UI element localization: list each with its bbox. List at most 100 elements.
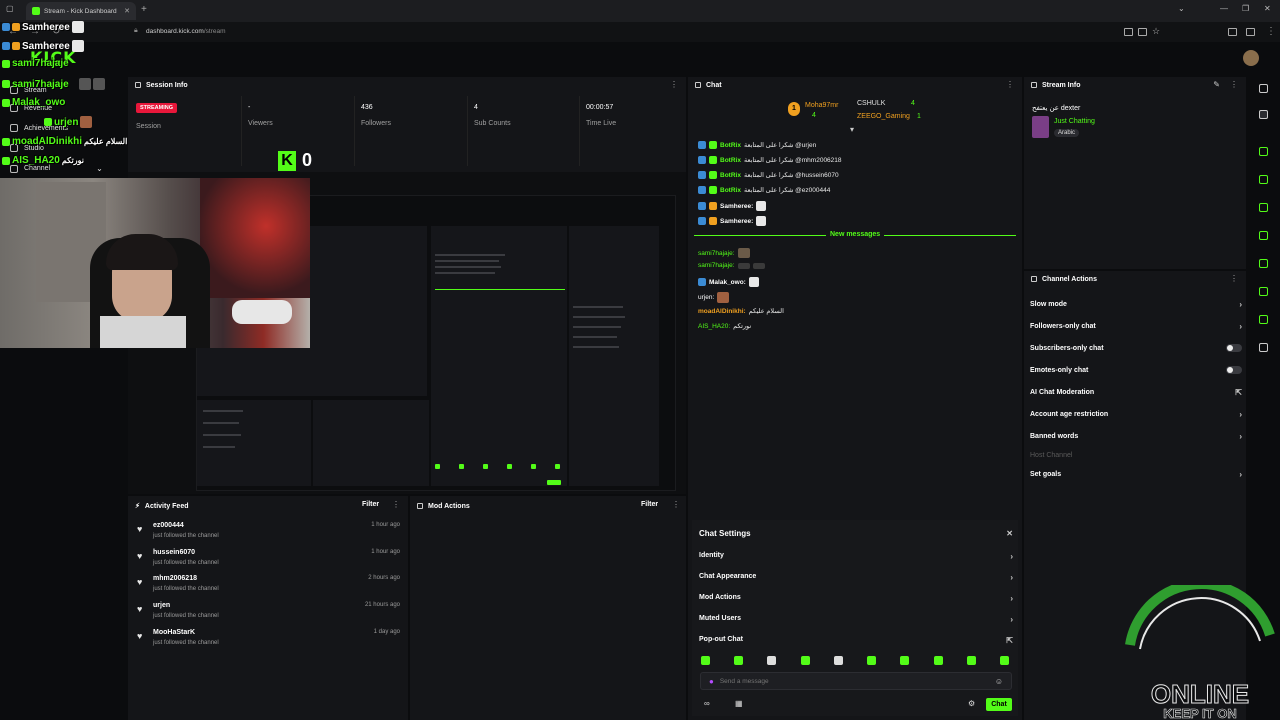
url-field[interactable]: dashboard.kick.com/stream	[146, 28, 225, 35]
layout-icon[interactable]	[1259, 84, 1268, 93]
chevron-down-icon[interactable]: ▾	[850, 125, 854, 134]
chat-settings-title: Chat Settings ✕	[699, 529, 1013, 538]
emote-icon[interactable]	[900, 656, 909, 665]
bookmark-star-icon[interactable]: ☆	[1152, 26, 1160, 37]
chat-username[interactable]: urjen:	[698, 294, 714, 301]
kebab-menu-icon[interactable]: ⋮	[1230, 274, 1238, 283]
overlay-chat-line: sami7hajaje	[2, 58, 69, 69]
microphone-icon[interactable]: ●	[709, 677, 714, 686]
window-close-icon[interactable]: ✕	[1264, 4, 1271, 13]
emote-icon[interactable]	[801, 656, 810, 665]
pencil-tool-icon[interactable]	[1259, 110, 1268, 119]
mirror-line	[203, 410, 243, 412]
feed-username[interactable]: urjen	[153, 602, 170, 609]
category-thumbnail[interactable]	[1032, 116, 1049, 138]
add-widget-icon[interactable]	[1259, 343, 1268, 352]
emote-icon[interactable]	[967, 656, 976, 665]
leaderboard-user[interactable]: Moha97mr	[805, 102, 838, 109]
emote-icon[interactable]	[701, 656, 710, 665]
settings-item-muted-users[interactable]: Muted Users ›	[699, 615, 1013, 624]
chat-username[interactable]: BotRix	[720, 157, 741, 164]
tab-search-icon[interactable]: ⌄	[1178, 4, 1185, 13]
kebab-menu-icon[interactable]: ⋮	[392, 500, 400, 509]
action-slow-mode[interactable]: Slow mode ›	[1030, 300, 1242, 309]
chat-username[interactable]: BotRix	[720, 187, 741, 194]
chat-input[interactable]	[719, 677, 989, 685]
subscribers-only-toggle[interactable]	[1226, 344, 1242, 352]
overlay-chat-line: Samheree	[2, 21, 84, 33]
settings-item-popout-chat[interactable]: Pop-out Chat ⇱	[699, 636, 1013, 645]
extensions-icon[interactable]	[1228, 28, 1237, 36]
emote-icon[interactable]	[934, 656, 943, 665]
list-icon[interactable]	[1259, 287, 1268, 296]
translate-icon[interactable]	[1138, 28, 1147, 36]
close-tab-icon[interactable]: ✕	[124, 7, 130, 15]
chat-username[interactable]: sami7hajaje:	[698, 250, 735, 257]
close-icon[interactable]: ✕	[1006, 529, 1013, 538]
sidebar-toggle-icon[interactable]: ▢	[6, 4, 14, 13]
action-ai-chat-moderation[interactable]: AI Chat Moderation ⇱	[1030, 388, 1242, 397]
action-account-age-restriction[interactable]: Account age restriction ›	[1030, 410, 1242, 419]
mod-actions-panel: Mod Actions	[410, 496, 686, 720]
panel-icon[interactable]	[1259, 203, 1268, 212]
feed-username[interactable]: ez000444	[153, 522, 184, 529]
downloads-icon[interactable]	[1246, 28, 1255, 36]
badge-icon	[12, 42, 20, 50]
settings-item-identity[interactable]: Identity ›	[699, 552, 1013, 561]
profile-avatar[interactable]	[1243, 50, 1259, 66]
chat-username[interactable]: Samheree:	[720, 218, 753, 225]
leaderboard-user[interactable]: CSHULK	[857, 100, 885, 107]
wrench-icon[interactable]	[1259, 315, 1268, 324]
mod-filter-button[interactable]: Filter	[641, 501, 658, 508]
browser-menu-icon[interactable]: ⋮	[1266, 26, 1276, 37]
lock-icon[interactable]: 🔒︎	[134, 27, 138, 35]
infinity-icon[interactable]: ∞	[704, 699, 710, 708]
chat-username[interactable]: Malak_owo:	[709, 279, 746, 286]
chat-bubble-icon[interactable]	[1259, 231, 1268, 240]
kebab-menu-icon[interactable]: ⋮	[1230, 80, 1238, 89]
feed-time: 2 hours ago	[368, 575, 400, 581]
settings-item-chat-appearance[interactable]: Chat Appearance ›	[699, 573, 1013, 582]
action-followers-only-chat[interactable]: Followers-only chat ›	[1030, 322, 1242, 331]
chat-username[interactable]: BotRix	[720, 172, 741, 179]
kebab-menu-icon[interactable]: ⋮	[672, 500, 680, 509]
activity-filter-button[interactable]: Filter	[362, 501, 379, 508]
browser-tab[interactable]: Stream - Kick Dashboard ✕	[26, 2, 136, 20]
feed-username[interactable]: MooHaStarK	[153, 629, 195, 636]
emote-icon[interactable]	[867, 656, 876, 665]
mirror-line	[573, 326, 621, 328]
new-tab-icon[interactable]: +	[141, 4, 147, 15]
emote-icon[interactable]	[734, 656, 743, 665]
bolt-icon[interactable]	[1259, 175, 1268, 184]
chat-username[interactable]: AIS_HA20:	[698, 323, 730, 330]
camera-icon[interactable]	[1259, 147, 1268, 156]
feed-username[interactable]: mhm2006218	[153, 575, 197, 582]
kebab-menu-icon[interactable]: ⋮	[1006, 80, 1014, 89]
language-tag: Arabic	[1054, 129, 1080, 137]
emote-icon[interactable]	[767, 656, 776, 665]
maximize-icon[interactable]: ❐	[1242, 4, 1249, 13]
emote-icon[interactable]	[834, 656, 843, 665]
action-label: Slow mode	[1030, 301, 1067, 308]
extension-icon[interactable]	[1124, 28, 1133, 36]
minimize-icon[interactable]: —	[1220, 4, 1228, 13]
leaderboard-user[interactable]: ZEEGO_Gaming	[857, 113, 910, 120]
edit-pencil-icon[interactable]: ✎	[1213, 80, 1220, 89]
kebab-menu-icon[interactable]: ⋮	[670, 80, 678, 89]
category-name[interactable]: Just Chatting	[1054, 118, 1095, 125]
gift-icon[interactable]: ▦	[735, 699, 743, 708]
send-chat-button[interactable]: Chat	[986, 698, 1012, 711]
gear-icon[interactable]: ⚙	[968, 699, 975, 708]
info-icon[interactable]	[1259, 259, 1268, 268]
chat-username[interactable]: sami7hajaje:	[698, 262, 735, 269]
emoji-icon[interactable]: ☺	[995, 677, 1003, 686]
emote-icon[interactable]	[1000, 656, 1009, 665]
action-set-goals[interactable]: Set goals ›	[1030, 470, 1242, 479]
settings-item-mod-actions[interactable]: Mod Actions ›	[699, 594, 1013, 603]
feed-username[interactable]: hussein6070	[153, 549, 195, 556]
emotes-only-toggle[interactable]	[1226, 366, 1242, 374]
chat-username[interactable]: Samheree:	[720, 203, 753, 210]
chat-username[interactable]: BotRix	[720, 142, 741, 149]
chat-username[interactable]: moadAlDinikhi:	[698, 308, 746, 315]
action-banned-words[interactable]: Banned words ›	[1030, 432, 1242, 441]
